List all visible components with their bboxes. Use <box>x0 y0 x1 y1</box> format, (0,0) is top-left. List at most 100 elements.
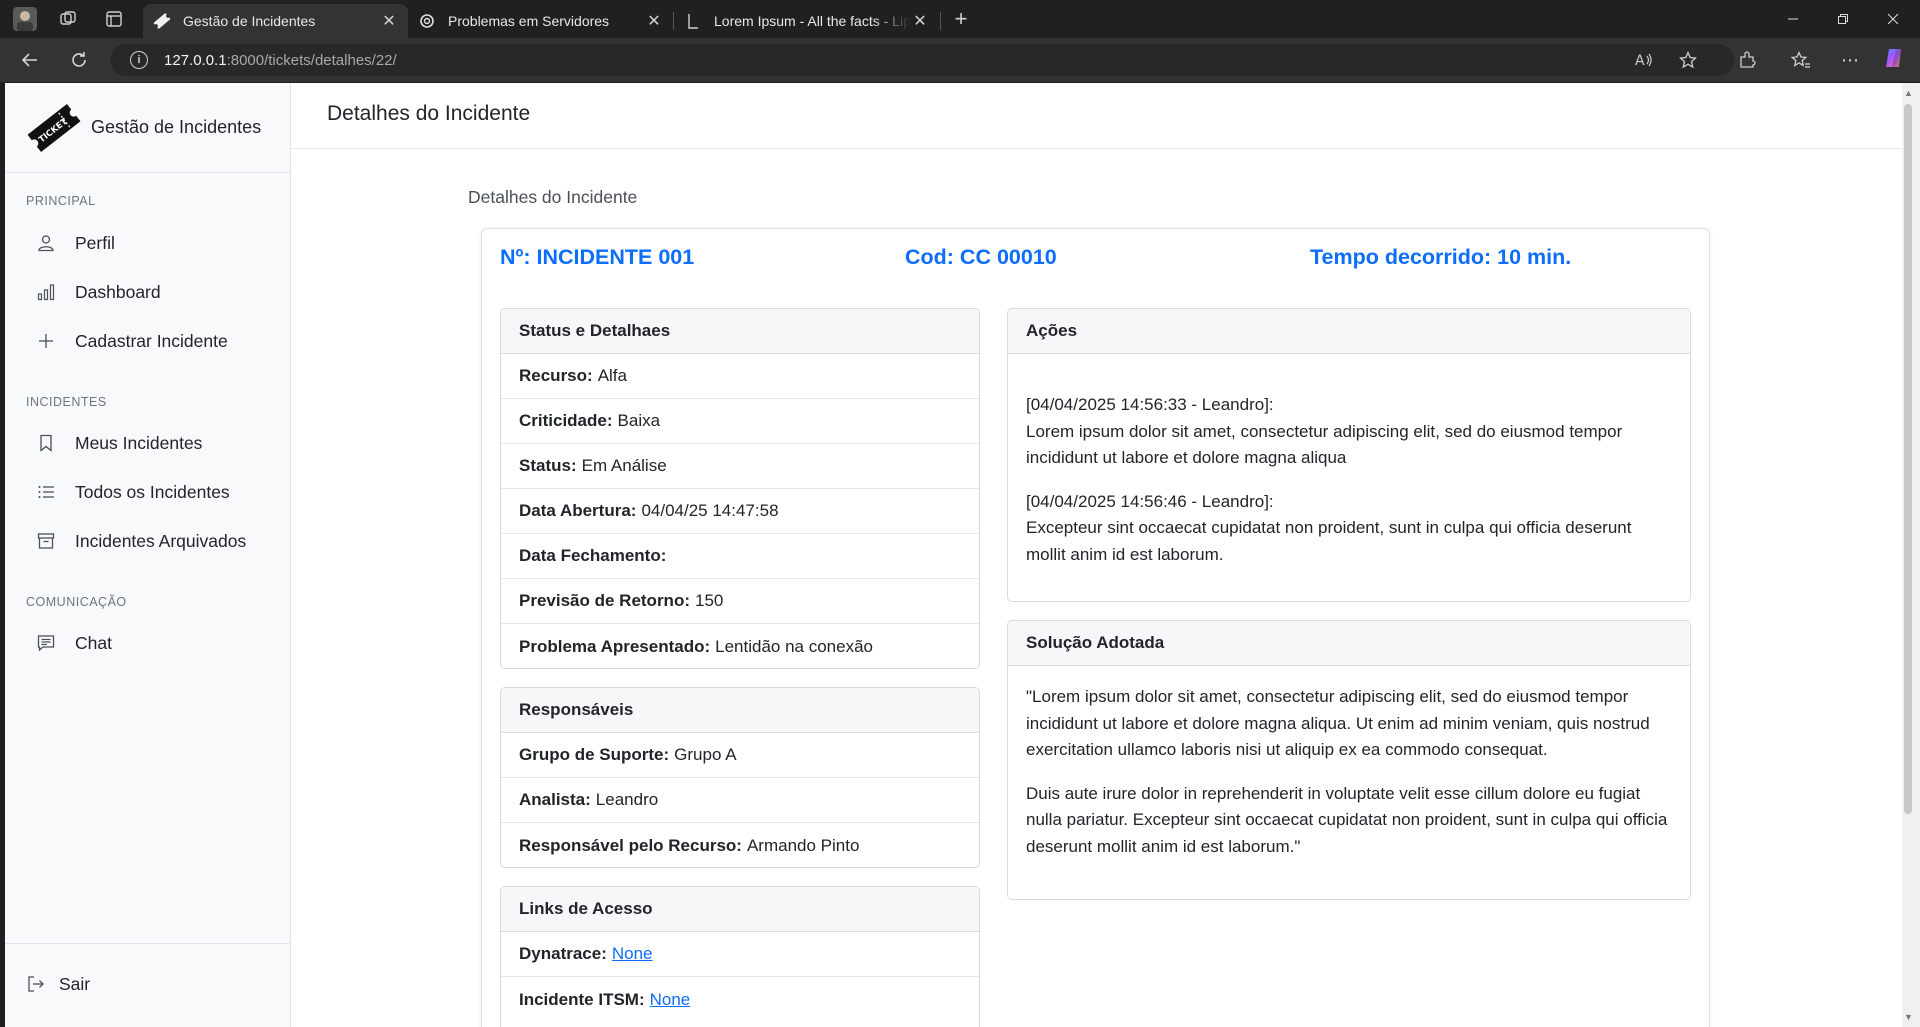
tab-title: Lorem Ipsum - All the facts - Lipsum <box>714 13 911 29</box>
close-tab-icon[interactable]: ✕ <box>380 11 398 31</box>
restore-icon[interactable] <box>1820 4 1866 34</box>
acoes-panel: Ações [04/04/2025 14:56:33 - Leandro]: L… <box>1007 308 1691 602</box>
url-host: 127.0.0.1 <box>164 51 227 69</box>
action-text: Lorem ipsum dolor sit amet, consectetur … <box>1026 421 1623 468</box>
workspaces-icon[interactable] <box>51 6 85 32</box>
panel-title: Ações <box>1008 309 1690 354</box>
scroll-up-arrow-icon[interactable]: ▲ <box>1904 88 1913 98</box>
panel-title: Responsáveis <box>501 688 979 733</box>
minimize-icon[interactable] <box>1770 4 1816 34</box>
ticket-icon <box>153 12 171 30</box>
page-title: Detalhes do Incidente <box>327 102 531 125</box>
acoes-body: [04/04/2025 14:56:33 - Leandro]: Lorem i… <box>1008 354 1690 601</box>
brand[interactable]: TICKET Gestão de Incidentes <box>5 83 291 173</box>
copilot-icon[interactable] <box>1880 48 1908 68</box>
new-tab-plus-icon[interactable]: + <box>944 6 978 32</box>
section-label-comunicacao: COMUNICAÇÃO <box>26 595 127 609</box>
links-panel: Links de Acesso Dynatrace: None Incidente… <box>500 886 980 1027</box>
action-entry: [04/04/2025 14:56:33 - Leandro]: Lorem i… <box>1026 392 1672 472</box>
tab-problemas-servidores[interactable]: Problemas em Servidores ✕ <box>408 4 673 38</box>
sidebar-item-todos-incidentes[interactable]: Todos os Incidentes <box>5 472 290 512</box>
status-details-panel: Status e Detalhaes Recurso: Alfa Criticid… <box>500 308 980 669</box>
read-aloud-icon[interactable]: A <box>1630 50 1658 70</box>
browser-titlebar: Gestão de Incidentes ✕ Problemas em Serv… <box>0 0 1920 38</box>
solution-paragraph: Duis aute irure dolor in reprehenderit i… <box>1026 783 1668 856</box>
back-arrow-icon[interactable] <box>14 46 46 74</box>
detail-row-responsavel-recurso: Responsável pelo Recurso: Armando Pinto <box>519 835 860 855</box>
favorite-star-icon[interactable] <box>1674 50 1702 70</box>
scrollbar-thumb[interactable] <box>1904 104 1912 814</box>
sidebar-item-label: Incidentes Arquivados <box>75 530 247 551</box>
tab-separator <box>940 12 941 30</box>
incident-number: Nº: INCIDENTE 001 <box>500 245 695 269</box>
sidebar-item-chat[interactable]: Chat <box>5 623 290 663</box>
section-label-incidentes: INCIDENTES <box>26 395 107 409</box>
action-meta: [04/04/2025 14:56:46 - Leandro]: <box>1026 491 1274 511</box>
sidebar-item-dashboard[interactable]: Dashboard <box>5 272 290 312</box>
elapsed-time: Tempo decorrido: 10 min. <box>1310 245 1572 269</box>
sidebar-item-label: Sair <box>59 973 91 994</box>
close-window-icon[interactable] <box>1870 4 1916 34</box>
sidebar-item-incidentes-arquivados[interactable]: Incidentes Arquivados <box>5 521 290 561</box>
dynatrace-link[interactable]: None <box>612 944 653 964</box>
tab-title: Problemas em Servidores <box>448 13 610 29</box>
person-icon <box>35 232 57 254</box>
panel-title: Links de Acesso <box>501 887 979 932</box>
detail-row-status: Status: Em Análise <box>501 444 979 489</box>
sidebar-item-sair[interactable]: Sair <box>5 964 290 1004</box>
detail-row-criticidade: Criticidade: Baixa <box>501 399 979 444</box>
close-tab-icon[interactable]: ✕ <box>645 11 663 31</box>
site-info-icon[interactable]: i <box>130 51 148 69</box>
detail-row-recurso: Recurso: Alfa <box>501 354 979 399</box>
incident-code: Cod: CC 00010 <box>905 245 1057 269</box>
solution-paragraph: "Lorem ipsum dolor sit amet, consectetur… <box>1026 687 1650 759</box>
panel-title: Solução Adotada <box>1008 621 1690 666</box>
action-text: Excepteur sint occaecat cupidatat non pr… <box>1026 518 1632 564</box>
sidebar-item-label: Todos os Incidentes <box>75 481 230 502</box>
sidebar-item-perfil[interactable]: Perfil <box>5 223 290 263</box>
sidebar-item-meus-incidentes[interactable]: Meus Incidentes <box>5 423 290 463</box>
bookmark-icon <box>35 432 57 454</box>
detail-row-analista: Analista: Leandro <box>501 778 979 823</box>
itsm-link[interactable]: None <box>650 990 691 1010</box>
svg-text:A: A <box>1635 53 1645 68</box>
address-toolbar: i 127.0.0.1:8000/tickets/detalhes/22/ A … <box>0 38 1920 82</box>
archive-icon <box>35 530 57 552</box>
detail-row-dynatrace: Dynatrace: None <box>501 932 979 977</box>
lipsum-icon <box>684 12 702 30</box>
action-meta: [04/04/2025 14:56:33 - Leandro]: <box>1026 395 1274 414</box>
sidebar: TICKET Gestão de Incidentes PRINCIPAL Pe… <box>5 83 291 1027</box>
refresh-icon[interactable] <box>63 46 95 74</box>
sidebar-item-label: Perfil <box>75 232 115 253</box>
brand-title: Gestão de Incidentes <box>91 117 262 137</box>
breadcrumb: Detalhes do Incidente <box>468 187 638 207</box>
plus-icon <box>35 330 57 352</box>
sidebar-item-label: Dashboard <box>75 281 161 302</box>
more-options-icon[interactable]: ⋯ <box>1836 50 1864 70</box>
responsaveis-panel: Responsáveis Grupo de Suporte: Grupo A An… <box>500 687 980 868</box>
solucao-panel: Solução Adotada "Lorem ipsum dolor sit a… <box>1007 620 1691 900</box>
close-tab-icon[interactable]: ✕ <box>911 11 929 31</box>
sidebar-item-cadastrar-incidente[interactable]: Cadastrar Incidente <box>5 321 290 361</box>
vertical-tabs-icon[interactable] <box>97 6 131 32</box>
detail-row-data-abertura: Data Abertura: 04/04/25 14:47:58 <box>501 489 979 534</box>
section-label-principal: PRINCIPAL <box>26 194 96 208</box>
detail-row-previsao-retorno: Previsão de Retorno: 150 <box>501 579 979 624</box>
openai-icon <box>418 12 436 30</box>
detail-row-incidente-itsm: Incidente ITSM: None <box>519 989 691 1010</box>
scroll-down-arrow-icon[interactable]: ▼ <box>1904 1012 1913 1022</box>
profile-avatar[interactable] <box>8 6 42 32</box>
tab-lorem-ipsum[interactable]: Lorem Ipsum - All the facts - Lipsum ✕ <box>674 4 939 38</box>
action-entry: [04/04/2025 14:56:46 - Leandro]: Excepte… <box>1026 489 1672 569</box>
favorites-icon[interactable] <box>1787 50 1815 70</box>
address-bar[interactable]: i 127.0.0.1:8000/tickets/detalhes/22/ <box>110 44 1734 76</box>
tab-gestao-incidentes[interactable]: Gestão de Incidentes ✕ <box>143 4 408 38</box>
ticket-logo-icon: TICKET <box>27 103 81 152</box>
detail-row-problema: Problema Apresentado: Lentidão na conexão <box>519 636 873 656</box>
page-header: Detalhes do Incidente <box>291 83 1902 149</box>
logout-icon <box>25 973 47 995</box>
extensions-icon[interactable] <box>1733 50 1761 70</box>
sidebar-item-label: Chat <box>75 632 112 653</box>
url-path: :8000/tickets/detalhes/22/ <box>226 51 397 69</box>
tab-title: Gestão de Incidentes <box>183 13 316 29</box>
